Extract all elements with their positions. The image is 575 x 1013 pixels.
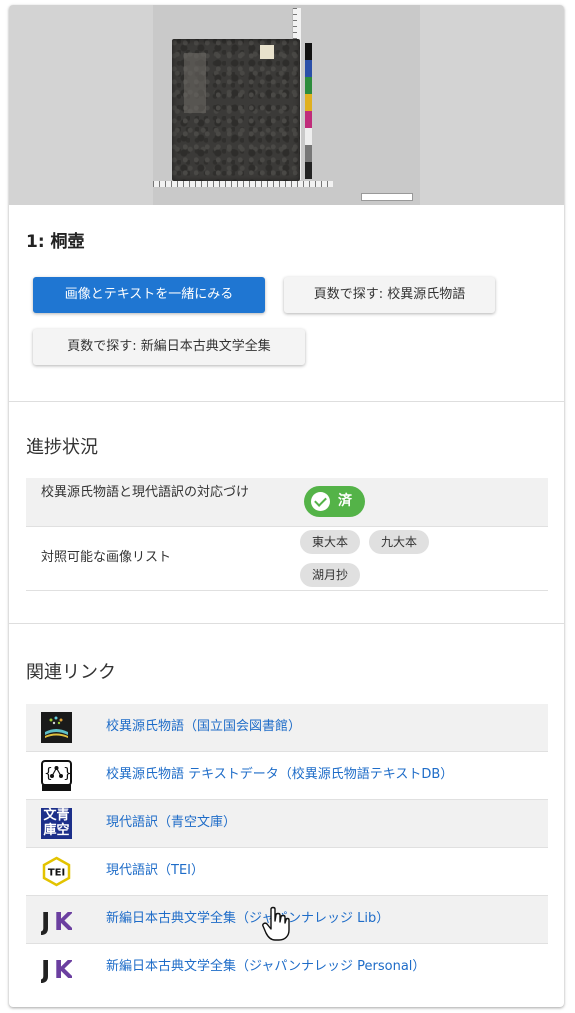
color-chart [305, 43, 312, 179]
tei-icon: TEI [41, 856, 72, 887]
ndl-logo-icon [41, 712, 72, 743]
link-label[interactable]: 新編日本古典文学全集（ジャパンナレッジ Personal） [106, 958, 425, 976]
svg-text:J: J [41, 955, 50, 983]
check-circle-icon [311, 492, 330, 511]
item-card: 1: 桐壺 画像とテキストを一緒にみる 頁数で探す: 校異源氏物語 頁数で探す:… [9, 5, 564, 1007]
link-label[interactable]: 現代語訳（青空文庫） [106, 814, 236, 832]
japanknowledge-icon: J K [39, 952, 75, 984]
links-heading: 関連リンク [26, 662, 116, 683]
svg-text:K: K [54, 955, 72, 983]
svg-text:K: K [54, 907, 72, 935]
ruler-horizontal [153, 181, 333, 187]
book-cover [172, 39, 300, 181]
search-kouhon-button[interactable]: 頁数で探す: 校異源氏物語 [284, 277, 495, 313]
title-slip [184, 53, 206, 113]
item-title: 1: 桐壺 [26, 232, 85, 252]
chip-kogetsusho[interactable]: 湖月抄 [300, 563, 360, 587]
progress-row-alignment: 校異源氏物語と現代語訳の対応づけ 済 [26, 478, 548, 527]
progress-heading: 進捗状況 [26, 437, 98, 458]
progress-label: 対照可能な画像リスト [41, 550, 172, 565]
link-row-jk-personal[interactable]: J K 新編日本古典文学全集（ジャパンナレッジ Personal） [26, 944, 548, 991]
aozora-bunko-icon: 文青庫空 [41, 808, 72, 839]
book-cover-image[interactable] [9, 5, 564, 205]
japanknowledge-icon: J K [39, 904, 75, 936]
link-row-text-db[interactable]: { } 校異源氏物語 テキストデータ（校異源氏物語テキストDB） [26, 752, 548, 800]
chip-kyudai[interactable]: 九大本 [369, 530, 429, 554]
divider [9, 401, 564, 402]
link-row-ndl[interactable]: 校異源氏物語（国立国会図書館） [26, 704, 548, 752]
progress-row-image-list: 対照可能な画像リスト 東大本 九大本 湖月抄 [26, 527, 548, 591]
svg-text:TEI: TEI [48, 868, 65, 879]
search-shinpen-button[interactable]: 頁数で探す: 新編日本古典文学全集 [33, 329, 305, 365]
svg-text:J: J [41, 907, 50, 935]
svg-text:}: } [63, 766, 72, 782]
status-badge-done: 済 [304, 486, 365, 517]
link-row-tei[interactable]: TEI 現代語訳（TEI） [26, 848, 548, 896]
link-row-aozora[interactable]: 文青庫空 現代語訳（青空文庫） [26, 800, 548, 848]
cover-label [260, 45, 274, 59]
link-label[interactable]: 現代語訳（TEI） [106, 862, 204, 880]
image-caption-strip [361, 193, 413, 201]
divider [9, 623, 564, 624]
chip-todai[interactable]: 東大本 [300, 530, 360, 554]
view-image-text-button[interactable]: 画像とテキストを一緒にみる [33, 277, 265, 313]
status-text: 済 [338, 493, 352, 509]
json-ld-icon: { } [41, 760, 72, 791]
link-label[interactable]: 新編日本古典文学全集（ジャパンナレッジ Lib） [106, 910, 389, 928]
link-label[interactable]: 校異源氏物語（国立国会図書館） [106, 718, 301, 736]
link-label[interactable]: 校異源氏物語 テキストデータ（校異源氏物語テキストDB） [106, 766, 453, 784]
progress-label: 校異源氏物語と現代語訳の対応づけ [41, 485, 250, 500]
svg-text:{: { [44, 766, 53, 782]
hand-cursor-icon [262, 906, 290, 942]
